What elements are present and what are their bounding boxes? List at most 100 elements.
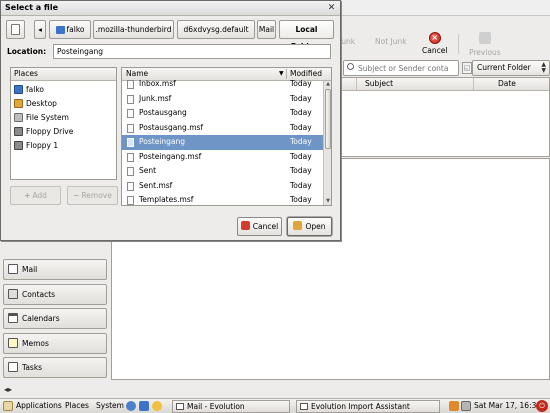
home-folder-icon [14,85,23,94]
offline-status-icon[interactable]: ◂▸ [4,385,12,394]
place-desktop-label: Desktop [26,99,57,108]
tasks-icon [8,362,18,372]
file-row[interactable]: Postausgang Today [122,106,323,121]
email-launcher-icon[interactable] [139,401,149,411]
file-icon [127,109,134,118]
remove-bookmark-button[interactable]: − Remove [67,186,118,205]
file-modified: Today [290,180,312,190]
column-header-subject[interactable]: Subject [357,78,474,90]
place-floppy-drive-label: Floppy Drive [26,127,74,136]
file-list[interactable]: Name ▼ Modified Inbox.msf Today Junk.msf To… [121,67,332,206]
message-list[interactable]: Subject Date [336,77,550,157]
file-icon [127,94,134,104]
switcher-memos-label: Memos [22,338,49,348]
taskbar-button-mail-evolution[interactable]: Mail - Evolution [172,400,290,413]
location-label: Location: [7,47,47,56]
file-modified: Today [290,195,312,204]
web-browser-icon[interactable] [126,401,136,411]
floppy-icon [14,127,23,136]
path-button-falko[interactable]: falko [49,20,91,39]
switcher-mail-button[interactable]: Mail [3,259,107,280]
junk-button[interactable]: Junk [339,35,355,46]
desktop-icon [14,99,23,108]
close-icon[interactable]: ✕ [326,3,337,14]
not-junk-label: Not Junk [375,37,407,46]
column-header-date[interactable]: Date [474,78,549,90]
switcher-tasks-label: Tasks [22,363,43,372]
switcher-contacts-label: Contacts [22,289,56,299]
file-rows: Inbox.msf Today Junk.msf Today Postausgang To… [122,79,323,205]
scrollbar-thumb[interactable] [325,89,331,149]
search-input[interactable] [343,60,459,76]
search-scope-select[interactable]: Current Folder ▲ ▼ [472,60,550,76]
scroll-up-icon[interactable]: ▲ [324,81,331,88]
scroll-down-icon[interactable]: ▼ [324,198,331,205]
cancel-button[interactable]: × Cancel [422,32,447,55]
file-row[interactable]: Posteingang.msf Today [122,150,323,165]
file-row[interactable]: Sent Today [122,164,323,179]
switcher-calendars-button[interactable]: Calendars [3,308,107,329]
path-scroll-left-button[interactable]: ◂ [34,20,46,39]
applications-menu[interactable]: Applications [16,399,62,413]
search-icon[interactable] [347,63,354,70]
network-icon[interactable] [461,401,471,411]
place-item-desktop[interactable]: Desktop [13,97,57,110]
switcher-tasks-button[interactable]: Tasks [3,357,107,378]
open-button[interactable]: Open [287,217,332,236]
file-name: Sent.msf [139,180,173,190]
file-icon [127,152,134,162]
search-scope-value: Current Folder [477,63,531,72]
hard-drive-icon [14,113,23,122]
help-icon[interactable] [152,401,162,411]
file-list-scrollbar[interactable]: ▲ ▼ [323,81,331,205]
file-row[interactable]: Postausgang.msf Today [122,121,323,136]
file-row[interactable]: Sent.msf Today [122,179,323,194]
place-item-floppy-1[interactable]: Floppy 1 [13,139,58,152]
file-icon [127,123,134,133]
path-button-profile[interactable]: d6xdvysg.default [177,20,255,39]
file-row[interactable]: Templates.msf Today [122,193,323,205]
path-button-local-folders[interactable]: Local Folders [279,20,334,51]
update-notifier-icon[interactable] [449,401,459,411]
location-input[interactable] [53,44,331,59]
file-modified: Today [290,108,312,117]
clear-search-icon[interactable]: ◱ [462,62,472,74]
not-junk-button[interactable]: Not Junk [375,35,407,46]
path-button-mozilla-thunderbird[interactable]: .mozilla-thunderbird [93,20,174,39]
switcher-contacts-button[interactable]: Contacts [3,283,107,305]
junk-label: Junk [339,37,356,46]
remove-icon: − [73,191,80,200]
type-location-toggle-button[interactable] [6,20,25,39]
cancel-icon: × [428,32,441,44]
previous-button[interactable]: Previous [469,32,501,57]
place-item-floppy-drive[interactable]: Floppy Drive [13,125,73,138]
taskbar-button-import-assistant[interactable]: Evolution Import Assistant [296,400,440,413]
path-button-mail[interactable]: Mail [257,20,276,39]
places-menu[interactable]: Places [65,399,89,413]
places-list[interactable]: Places falko Desktop File System Floppy … [10,67,117,180]
previous-icon [478,32,491,44]
file-row[interactable]: Posteingang Today [122,135,323,150]
arrow-left-icon: ◂ [38,25,42,34]
shutdown-icon[interactable]: ⏻ [536,400,548,412]
file-name: Posteingang.msf [139,151,202,161]
add-bookmark-button[interactable]: + Add [10,186,61,205]
taskbar-import-label: Evolution Import Assistant [311,402,410,411]
file-row[interactable]: Junk.msf Today [122,92,323,107]
place-floppy-1-label: Floppy 1 [26,141,59,150]
remove-label: Remove [81,191,112,200]
edit-location-icon [11,24,20,35]
gnome-foot-icon [3,401,13,411]
file-icon [127,196,134,205]
file-modified: Today [290,93,312,103]
file-row[interactable]: Inbox.msf Today [122,77,323,92]
cancel-dialog-button[interactable]: Cancel [237,217,282,236]
switcher-memos-button[interactable]: Memos [3,332,107,354]
previous-label: Previous [469,48,501,57]
places-header: Places [11,68,116,81]
clock[interactable]: Sat Mar 17, 16:36 [474,399,541,413]
system-menu[interactable]: System [96,399,124,413]
place-item-file-system[interactable]: File System [13,111,69,124]
place-falko-label: falko [26,85,44,94]
place-item-falko[interactable]: falko [13,83,44,96]
